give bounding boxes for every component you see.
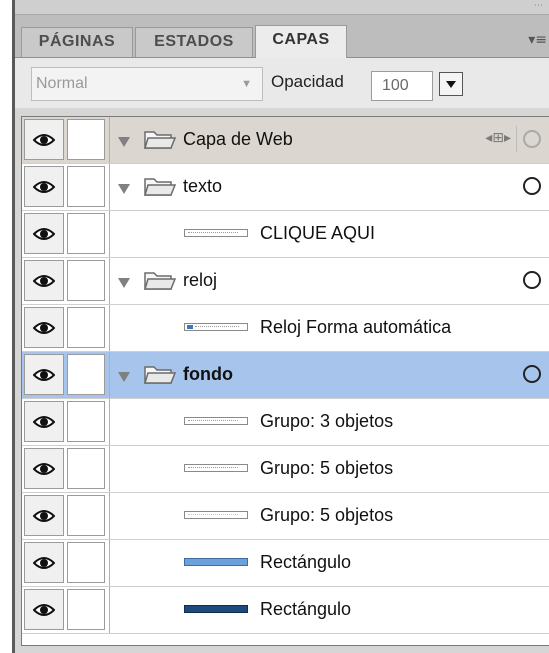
blend-mode-value: Normal (36, 75, 88, 92)
target-circle-icon[interactable] (523, 365, 541, 383)
target-circle-icon[interactable] (523, 177, 541, 195)
blend-mode-select[interactable]: Normal ▼ (31, 67, 263, 101)
target-circle-icon[interactable] (523, 130, 541, 148)
eye-icon (33, 134, 55, 146)
eye-icon (33, 557, 55, 569)
lock-toggle[interactable] (67, 495, 105, 536)
panel-tab-bar: PÁGINAS ESTADOS CAPAS ▾≡ (15, 15, 549, 58)
layers-toolbar: Normal ▼ Opacidad 100 (15, 58, 549, 108)
eye-icon (33, 181, 55, 193)
opacity-input[interactable]: 100 (371, 71, 433, 101)
layer-row-reloj[interactable]: reloj (22, 258, 549, 305)
object-thumbnail (184, 229, 248, 237)
eye-icon (33, 228, 55, 240)
layer-name: fondo (183, 364, 233, 384)
eye-icon (33, 322, 55, 334)
object-thumbnail (184, 323, 248, 331)
opacity-slider-button[interactable] (439, 72, 463, 96)
panel-title-strip[interactable]: ⋯ (15, 0, 549, 15)
visibility-toggle[interactable] (24, 213, 64, 254)
folder-icon (144, 366, 176, 384)
layer-row-web[interactable]: Capa de Web ◂⊞▸ (22, 117, 549, 164)
object-row[interactable]: CLIQUE AQUI (22, 211, 549, 258)
layers-panel: ⋯ PÁGINAS ESTADOS CAPAS ▾≡ Normal ▼ Opac… (12, 0, 549, 653)
folder-icon (144, 178, 176, 196)
expand-triangle-icon[interactable] (118, 372, 130, 382)
rectangle-thumbnail (184, 605, 248, 613)
folder-icon (144, 131, 176, 149)
visibility-toggle[interactable] (24, 166, 64, 207)
lock-toggle[interactable] (67, 354, 105, 395)
object-thumbnail (184, 511, 248, 519)
target-circle-icon[interactable] (523, 271, 541, 289)
layer-name: reloj (183, 270, 218, 290)
tab-capas[interactable]: CAPAS (255, 25, 347, 58)
layer-name: Capa de Web (183, 129, 293, 149)
visibility-toggle[interactable] (24, 119, 64, 160)
share-layer-icon[interactable]: ◂⊞▸ (485, 130, 511, 146)
object-row[interactable]: Reloj Forma automática (22, 305, 549, 352)
lock-toggle[interactable] (67, 448, 105, 489)
tab-paginas[interactable]: PÁGINAS (21, 27, 133, 57)
expand-triangle-icon[interactable] (118, 278, 130, 288)
visibility-toggle[interactable] (24, 354, 64, 395)
eye-icon (33, 604, 55, 616)
visibility-toggle[interactable] (24, 401, 64, 442)
lock-toggle[interactable] (67, 307, 105, 348)
object-name: Rectángulo (260, 552, 352, 572)
collapse-grip-icon[interactable]: ⋯ (534, 1, 543, 11)
rectangle-thumbnail (184, 558, 248, 566)
opacity-label: Opacidad (271, 72, 344, 91)
object-name: Grupo: 5 objetos (260, 458, 394, 478)
visibility-toggle[interactable] (24, 542, 64, 583)
visibility-toggle[interactable] (24, 260, 64, 301)
layer-name: texto (183, 176, 223, 196)
eye-icon (33, 463, 55, 475)
layers-list: Capa de Web ◂⊞▸ texto CLIQUE AQUI reloj … (21, 116, 549, 646)
eye-icon (33, 369, 55, 381)
object-name: Grupo: 5 objetos (260, 505, 394, 525)
folder-icon (144, 272, 176, 290)
object-row[interactable]: Grupo: 3 objetos (22, 399, 549, 446)
object-thumbnail (184, 464, 248, 472)
object-thumbnail (184, 417, 248, 425)
object-row[interactable]: Grupo: 5 objetos (22, 493, 549, 540)
expand-triangle-icon[interactable] (118, 184, 130, 194)
lock-toggle[interactable] (67, 589, 105, 630)
object-name: CLIQUE AQUI (260, 223, 376, 243)
lock-toggle[interactable] (67, 166, 105, 207)
object-row[interactable]: Rectángulo (22, 587, 549, 634)
layer-row-fondo[interactable]: fondo (22, 352, 549, 399)
visibility-toggle[interactable] (24, 448, 64, 489)
panel-menu-icon[interactable]: ▾≡ (528, 32, 547, 48)
eye-icon (33, 416, 55, 428)
layer-row-texto[interactable]: texto (22, 164, 549, 211)
lock-toggle[interactable] (67, 542, 105, 583)
lock-toggle[interactable] (67, 213, 105, 254)
object-row[interactable]: Rectángulo (22, 540, 549, 587)
object-name: Grupo: 3 objetos (260, 411, 394, 431)
visibility-toggle[interactable] (24, 307, 64, 348)
lock-toggle[interactable] (67, 119, 105, 160)
lock-toggle[interactable] (67, 401, 105, 442)
visibility-toggle[interactable] (24, 589, 64, 630)
tab-estados[interactable]: ESTADOS (135, 27, 253, 57)
eye-icon (33, 275, 55, 287)
visibility-toggle[interactable] (24, 495, 64, 536)
object-name: Rectángulo (260, 599, 352, 619)
dropdown-arrow-icon: ▼ (241, 78, 252, 90)
eye-icon (33, 510, 55, 522)
expand-triangle-icon[interactable] (118, 137, 130, 147)
object-name: Reloj Forma automática (260, 317, 452, 337)
object-row[interactable]: Grupo: 5 objetos (22, 446, 549, 493)
lock-toggle[interactable] (67, 260, 105, 301)
